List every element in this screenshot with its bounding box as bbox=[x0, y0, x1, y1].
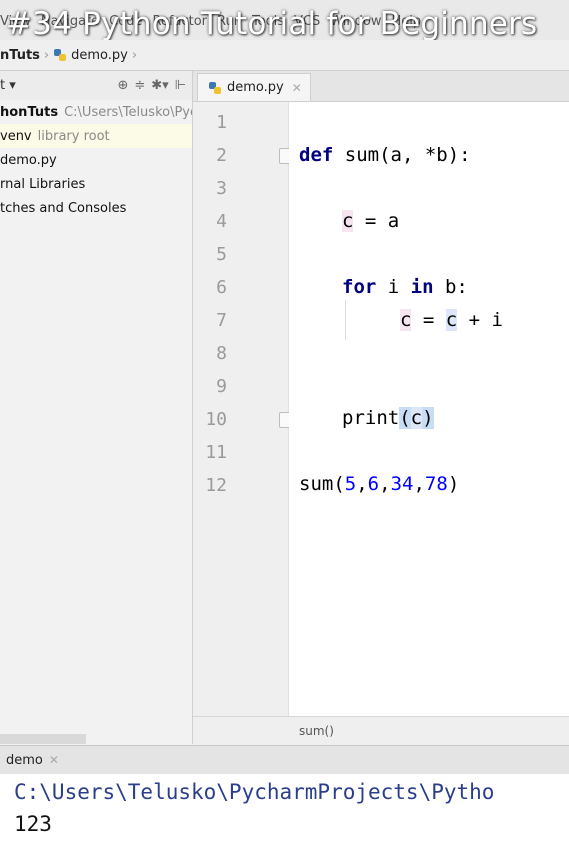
line-number: 8 bbox=[216, 343, 227, 364]
locate-target-icon[interactable]: ⊕ bbox=[117, 78, 128, 93]
run-tool-window-header: demo ✕ bbox=[0, 745, 569, 775]
function-call-sum: sum( bbox=[299, 473, 345, 495]
number-literal: 5 bbox=[344, 473, 357, 495]
tree-item-external-libraries[interactable]: rnal Libraries bbox=[0, 172, 192, 196]
line-number: 10 bbox=[205, 409, 227, 430]
project-toolbar: t ▾ ⊕ ≑ ✱▾ ⊩ bbox=[0, 71, 193, 101]
tree-item-label: demo.py bbox=[0, 152, 57, 168]
line-number: 9 bbox=[216, 376, 227, 397]
navigation-breadcrumb: nTuts › demo.py › bbox=[0, 40, 569, 71]
project-toolbar-icons: ⊕ ≑ ✱▾ ⊩ bbox=[117, 78, 186, 93]
paren-close: ) bbox=[447, 473, 460, 495]
number-literal: 34 bbox=[390, 473, 414, 495]
collapse-all-icon[interactable]: ≑ bbox=[134, 78, 145, 93]
tree-item-demo-py[interactable]: demo.py bbox=[0, 148, 192, 172]
video-title-overlay: #34 Python Tutorial for Beginners bbox=[6, 6, 538, 40]
code-line-12: sum(5,6,34,78) bbox=[299, 473, 459, 495]
tree-item-detail: library root bbox=[37, 128, 110, 144]
code-line-4: c = a bbox=[342, 210, 399, 232]
tree-item-label: tches and Consoles bbox=[0, 200, 127, 216]
tree-item-scratches[interactable]: tches and Consoles bbox=[0, 196, 192, 220]
breadcrumb-separator: › bbox=[131, 47, 138, 63]
breadcrumb-file[interactable]: demo.py bbox=[53, 48, 128, 63]
tree-item-label: venv bbox=[0, 128, 32, 144]
menu-bar: View Navigate Code Refactor Run Tools VC… bbox=[0, 0, 569, 40]
paren-close: ) bbox=[422, 407, 434, 429]
code-text: = bbox=[411, 309, 446, 331]
gear-icon[interactable]: ✱▾ bbox=[151, 78, 168, 93]
code-line-10: print(c) bbox=[342, 407, 434, 429]
code-text: sum(a, *b): bbox=[333, 144, 471, 166]
number-literal: 6 bbox=[367, 473, 380, 495]
code-text: i bbox=[376, 276, 411, 298]
code-line-6: for i in b: bbox=[342, 276, 468, 298]
line-number: 12 bbox=[205, 475, 227, 496]
comma: , bbox=[356, 473, 368, 495]
code-line-2: def sum(a, *b): bbox=[299, 144, 471, 166]
run-tab-label[interactable]: demo bbox=[6, 753, 43, 768]
code-editor[interactable]: def sum(a, *b): c = a for i in b: c = c … bbox=[289, 102, 569, 716]
line-number: 5 bbox=[216, 244, 227, 265]
number-literal: 78 bbox=[424, 473, 448, 495]
variable-c: c bbox=[400, 309, 412, 331]
tab-demo-py[interactable]: demo.py ✕ bbox=[197, 73, 311, 101]
keyword-def: def bbox=[299, 144, 334, 166]
dropdown-arrow-icon: ▾ bbox=[9, 78, 16, 93]
code-text: = a bbox=[353, 210, 400, 232]
hide-panel-icon[interactable]: ⊩ bbox=[175, 78, 186, 93]
line-number: 6 bbox=[216, 277, 227, 298]
keyword-in: in bbox=[410, 276, 434, 298]
run-console[interactable]: C:\Users\Telusko\PycharmProjects\Pytho 1… bbox=[0, 774, 569, 862]
comma: , bbox=[379, 473, 391, 495]
editor-tab-bar: demo.py ✕ bbox=[193, 71, 569, 102]
comma: , bbox=[413, 473, 425, 495]
tree-item-detail: C:\Users\Telusko\Pyc bbox=[64, 104, 192, 120]
line-number: 3 bbox=[216, 178, 227, 199]
line-number: 1 bbox=[216, 112, 227, 133]
line-number-gutter[interactable]: 1 2 3 4 5 6 7 8 9 10 11 12 💡 bbox=[193, 102, 324, 716]
console-output: 123 bbox=[14, 812, 52, 836]
paren-open: ( bbox=[399, 407, 411, 429]
project-tree-panel: honTuts C:\Users\Telusko\Pyc venv librar… bbox=[0, 100, 193, 744]
breadcrumb-project-label: nTuts bbox=[0, 47, 40, 63]
project-view-selector[interactable]: t ▾ bbox=[0, 78, 16, 93]
tree-item-label: rnal Libraries bbox=[0, 176, 86, 192]
breadcrumb-file-label: demo.py bbox=[71, 47, 128, 63]
line-number: 11 bbox=[205, 442, 227, 463]
variable-c: c bbox=[410, 407, 423, 429]
project-view-label: t bbox=[0, 78, 6, 93]
keyword-for: for bbox=[342, 276, 377, 298]
code-line-7: c = c + i bbox=[400, 309, 503, 331]
horizontal-scrollbar[interactable] bbox=[0, 734, 86, 744]
tree-item-project-root[interactable]: honTuts C:\Users\Telusko\Pyc bbox=[0, 100, 192, 124]
function-print: print bbox=[342, 407, 400, 429]
python-file-icon bbox=[53, 48, 67, 62]
close-icon[interactable]: ✕ bbox=[292, 81, 302, 95]
line-number: 4 bbox=[216, 211, 227, 232]
tree-item-venv[interactable]: venv library root bbox=[0, 124, 192, 148]
line-number: 7 bbox=[216, 310, 227, 331]
tab-label: demo.py bbox=[227, 80, 284, 95]
console-command-line: C:\Users\Telusko\PycharmProjects\Pytho bbox=[14, 780, 495, 804]
editor-breadcrumb-bar: sum() bbox=[193, 716, 569, 745]
indent-guide bbox=[345, 300, 346, 340]
line-number: 2 bbox=[216, 145, 227, 166]
variable-c: c bbox=[342, 210, 354, 232]
code-text: + i bbox=[457, 309, 503, 331]
editor-breadcrumb-function[interactable]: sum() bbox=[299, 724, 334, 738]
close-icon[interactable]: ✕ bbox=[49, 753, 59, 767]
tree-item-label: honTuts bbox=[0, 104, 59, 120]
breadcrumb-project[interactable]: nTuts bbox=[0, 48, 40, 63]
python-file-icon bbox=[208, 81, 222, 95]
code-text: b: bbox=[433, 276, 468, 298]
breadcrumb-separator: › bbox=[43, 47, 50, 63]
variable-c: c bbox=[445, 309, 458, 331]
